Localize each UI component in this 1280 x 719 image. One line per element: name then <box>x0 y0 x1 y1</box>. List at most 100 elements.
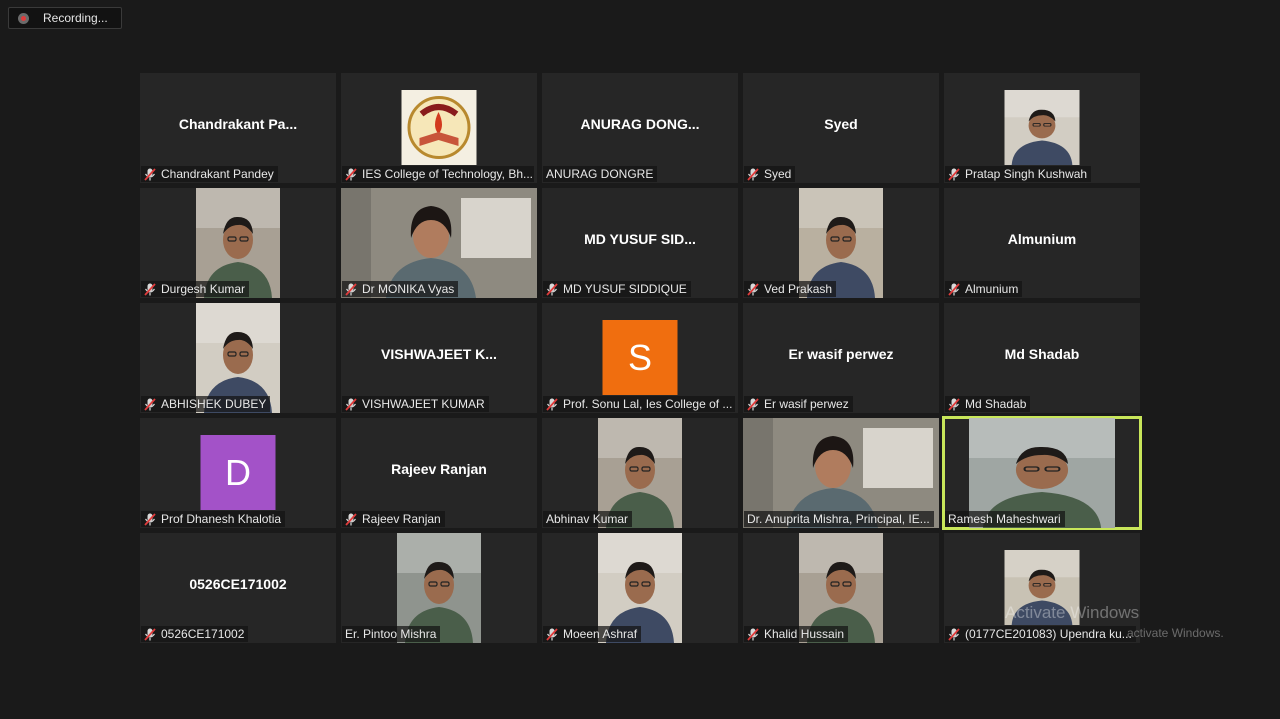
participant-name-label: MD YUSUF SIDDIQUE <box>543 281 691 297</box>
muted-mic-icon <box>345 282 357 296</box>
participant-name-text: Rajeev Ranjan <box>362 512 441 526</box>
participant-display-name: Almunium <box>1007 231 1077 247</box>
participant-display-name: MD YUSUF SID... <box>584 231 696 247</box>
participant-name-text: Ved Prakash <box>764 282 833 296</box>
recording-label: Recording... <box>43 11 108 25</box>
participant-tile[interactable]: Khalid Hussain <box>743 533 939 643</box>
participant-avatar: S <box>602 320 678 395</box>
participant-name-label: Chandrakant Pandey <box>141 166 278 182</box>
participant-tile[interactable]: VISHWAJEET K... VISHWAJEET KUMAR <box>341 303 537 413</box>
muted-mic-icon <box>948 627 960 641</box>
muted-mic-icon <box>546 627 558 641</box>
participant-name-label: Dr. Anuprita Mishra, Principal, IE... <box>744 511 934 527</box>
participant-tile[interactable]: Ramesh Maheshwari <box>942 416 1142 530</box>
participant-tile[interactable]: D Prof Dhanesh Khalotia <box>140 418 336 528</box>
muted-mic-icon <box>345 512 357 526</box>
participant-display-name: ANURAG DONG... <box>580 116 700 132</box>
participant-name-text: Prof Dhanesh Khalotia <box>161 512 282 526</box>
muted-mic-icon <box>948 397 960 411</box>
muted-mic-icon <box>546 397 558 411</box>
participant-display-name: Md Shadab <box>1004 346 1080 362</box>
participant-name-text: Md Shadab <box>965 397 1027 411</box>
participant-name-text: Khalid Hussain <box>764 627 845 641</box>
muted-mic-icon <box>747 627 759 641</box>
participant-name-text: MD YUSUF SIDDIQUE <box>563 282 687 296</box>
participant-display-name: VISHWAJEET K... <box>381 346 497 362</box>
participant-tile[interactable]: Er. Pintoo Mishra <box>341 533 537 643</box>
participant-name-text: Prof. Sonu Lal, Ies College of ... <box>563 397 733 411</box>
participant-name-label: Prof Dhanesh Khalotia <box>141 511 286 527</box>
participant-name-text: ABHISHEK DUBEY <box>161 397 267 411</box>
participant-tile[interactable]: Almunium Almunium <box>944 188 1140 298</box>
participant-tile[interactable]: Ved Prakash <box>743 188 939 298</box>
participant-name-label: Er wasif perwez <box>744 396 853 412</box>
participant-name-text: Er wasif perwez <box>764 397 849 411</box>
participant-name-label: (0177CE201083) Upendra ku... <box>945 626 1136 642</box>
participant-tile[interactable]: 0526CE171002 0526CE171002 <box>140 533 336 643</box>
participant-display-name: Syed <box>824 116 858 132</box>
muted-mic-icon <box>747 397 759 411</box>
participant-name-label: ABHISHEK DUBEY <box>141 396 271 412</box>
participant-name-label: Md Shadab <box>945 396 1031 412</box>
participant-display-name: Er wasif perwez <box>788 346 894 362</box>
participant-name-text: (0177CE201083) Upendra ku... <box>965 627 1132 641</box>
muted-mic-icon <box>948 167 960 181</box>
participant-tile[interactable]: Rajeev Ranjan Rajeev Ranjan <box>341 418 537 528</box>
participant-name-label: Prof. Sonu Lal, Ies College of ... <box>543 396 735 412</box>
participant-name-label: Durgesh Kumar <box>141 281 250 297</box>
participant-avatar: D <box>200 435 276 510</box>
participant-tile[interactable]: Chandrakant Pa... Chandrakant Pandey <box>140 73 336 183</box>
participant-name-text: IES College of Technology, Bh... <box>362 167 533 181</box>
participant-tile[interactable]: Durgesh Kumar <box>140 188 336 298</box>
participant-tile[interactable]: Moeen Ashraf <box>542 533 738 643</box>
participant-name-text: Durgesh Kumar <box>161 282 246 296</box>
participant-tile[interactable]: Abhinav Kumar <box>542 418 738 528</box>
participant-tile[interactable]: Md Shadab Md Shadab <box>944 303 1140 413</box>
participant-tile[interactable]: MD YUSUF SID... MD YUSUF SIDDIQUE <box>542 188 738 298</box>
activate-windows-watermark: Activate Windows <box>1005 603 1140 622</box>
participant-tile[interactable]: Pratap Singh Kushwah <box>944 73 1140 183</box>
participant-name-text: Dr. Anuprita Mishra, Principal, IE... <box>747 512 930 526</box>
recording-indicator[interactable]: Recording... <box>8 7 122 29</box>
participant-name-label: Ved Prakash <box>744 281 837 297</box>
muted-mic-icon <box>144 512 156 526</box>
participant-name-text: ANURAG DONGRE <box>546 167 654 181</box>
participant-name-text: Dr MONIKA Vyas <box>362 282 455 296</box>
participant-name-label: IES College of Technology, Bh... <box>342 166 534 182</box>
record-icon <box>18 12 29 24</box>
participant-tile[interactable]: Dr. Anuprita Mishra, Principal, IE... <box>743 418 939 528</box>
participant-name-text: Syed <box>764 167 792 181</box>
participant-name-label: Ramesh Maheshwari <box>945 511 1065 527</box>
participant-display-name: Rajeev Ranjan <box>391 461 487 477</box>
muted-mic-icon <box>144 167 156 181</box>
participant-tile[interactable]: ABHISHEK DUBEY <box>140 303 336 413</box>
participant-name-label: Er. Pintoo Mishra <box>342 626 441 642</box>
participant-name-text: Abhinav Kumar <box>546 512 629 526</box>
activate-windows-watermark-sub: activate Windows. <box>1127 626 1224 640</box>
participant-name-text: Ramesh Maheshwari <box>948 512 1061 526</box>
participant-name-label: Almunium <box>945 281 1023 297</box>
participant-tile[interactable]: Syed Syed <box>743 73 939 183</box>
participant-name-label: ANURAG DONGRE <box>543 166 658 182</box>
muted-mic-icon <box>948 282 960 296</box>
participant-name-label: Khalid Hussain <box>744 626 849 642</box>
participant-display-name: Chandrakant Pa... <box>178 116 298 132</box>
participant-tile[interactable]: IES College of Technology, Bh... <box>341 73 537 183</box>
muted-mic-icon <box>345 397 357 411</box>
participant-name-text: Pratap Singh Kushwah <box>965 167 1088 181</box>
participant-tile[interactable]: Dr MONIKA Vyas <box>341 188 537 298</box>
participant-name-text: Er. Pintoo Mishra <box>345 627 437 641</box>
participant-tile[interactable]: Er wasif perwez Er wasif perwez <box>743 303 939 413</box>
muted-mic-icon <box>144 627 156 641</box>
participant-name-label: Dr MONIKA Vyas <box>342 281 459 297</box>
college-logo <box>401 90 477 165</box>
muted-mic-icon <box>747 167 759 181</box>
participant-name-label: Rajeev Ranjan <box>342 511 445 527</box>
muted-mic-icon <box>747 282 759 296</box>
participant-name-label: Abhinav Kumar <box>543 511 633 527</box>
muted-mic-icon <box>546 282 558 296</box>
participant-tile[interactable]: S Prof. Sonu Lal, Ies College of ... <box>542 303 738 413</box>
participant-name-text: Chandrakant Pandey <box>161 167 274 181</box>
participant-tile[interactable]: ANURAG DONG... ANURAG DONGRE <box>542 73 738 183</box>
participant-tile[interactable]: (0177CE201083) Upendra ku... <box>944 533 1140 643</box>
